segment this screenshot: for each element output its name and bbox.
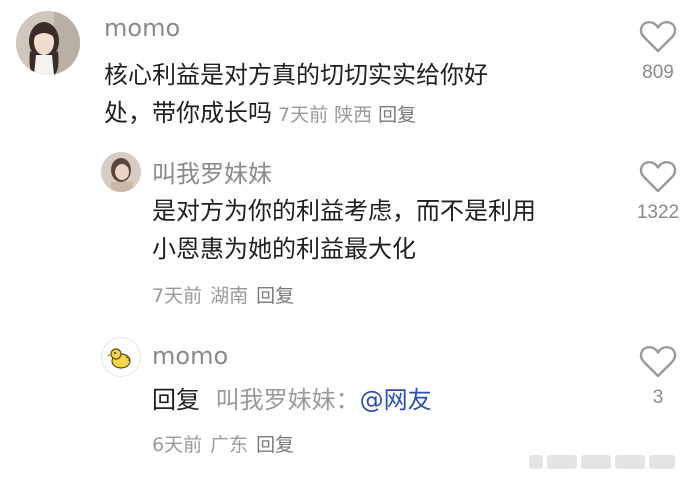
watermark [529,451,679,473]
comment-text: 是对方为你的利益考虑，而不是利用 小恩惠为她的利益最大化 [152,192,536,268]
comment-item: 叫我罗妹妹 是对方为你的利益考虑，而不是利用 小恩惠为她的利益最大化 7天前 湖南… [0,140,691,320]
comment-line: 小恩惠为她的利益最大化 [152,235,416,263]
comment-meta: 7天前 陕西 回复 [278,104,422,126]
comment-location: 陕西 [334,104,373,126]
username[interactable]: 叫我罗妹妹 [152,154,272,189]
user-photo-icon [101,152,141,192]
comment-line: 是对方为你的利益考虑，而不是利用 [152,197,536,225]
avatar[interactable] [101,337,141,377]
avatar[interactable] [16,11,80,75]
username[interactable]: momo [104,14,180,42]
user-photo-icon [16,11,80,75]
like-button[interactable]: 3 [630,345,686,409]
comment-line-with-meta: 处，带你成长吗 7天前 陕西 回复 [104,94,488,134]
heart-outline-icon [639,21,677,53]
comment-location: 广东 [210,434,249,456]
username[interactable]: momo [152,342,228,370]
like-count: 3 [652,387,664,408]
mention-link[interactable]: @网友 [360,386,432,414]
comment-line: 处，带你成长吗 [104,99,272,127]
comment-location: 湖南 [210,285,249,307]
comment-time: 7天前 [278,104,329,126]
like-count: 1322 [636,202,680,223]
like-button[interactable]: 1322 [630,160,686,224]
comment-text: 核心利益是对方真的切切实实给你好 处，带你成长吗 7天前 陕西 回复 [104,56,488,134]
like-count: 809 [642,62,674,83]
avatar[interactable] [101,152,141,192]
reply-prefix: 回复 [152,386,200,414]
reply-button[interactable]: 回复 [256,285,294,307]
reply-to-username[interactable]: 叫我罗妹妹： [216,386,360,414]
comment-time: 7天前 [152,285,203,307]
comment-time: 6天前 [152,434,203,456]
comment-meta: 7天前 湖南 回复 [152,281,302,308]
heart-outline-icon [639,346,677,378]
comment-text: 回复 叫我罗妹妹：@网友 [152,381,432,419]
reply-button[interactable]: 回复 [378,104,416,126]
comment-meta: 6天前 广东 回复 [152,430,302,457]
heart-outline-icon [639,161,677,193]
duck-avatar-icon [107,348,131,369]
like-button[interactable]: 809 [630,20,686,84]
comment-item: momo 核心利益是对方真的切切实实给你好 处，带你成长吗 7天前 陕西 回复 809 [0,0,691,140]
comment-line: 核心利益是对方真的切切实实给你好 [104,61,488,89]
reply-button[interactable]: 回复 [256,434,294,456]
